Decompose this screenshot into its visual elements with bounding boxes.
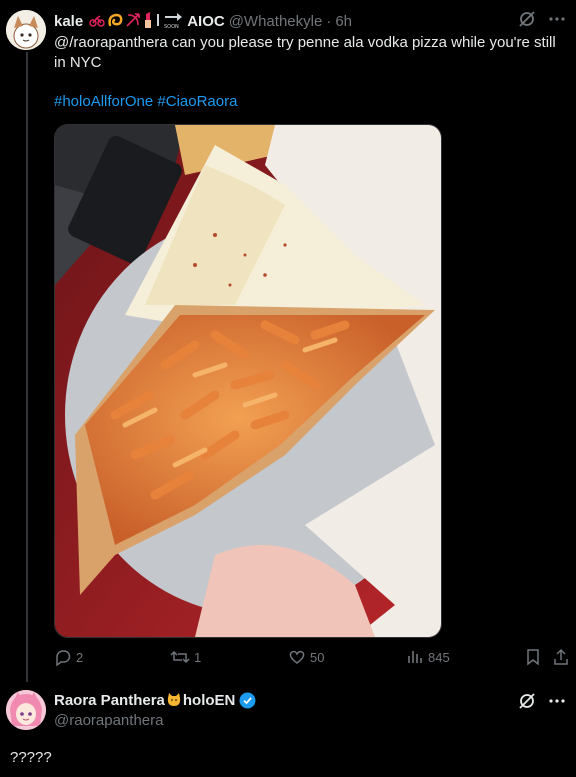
cat-icon [166, 692, 182, 708]
reply-text: ????? [10, 749, 52, 766]
verified-badge-icon [239, 692, 256, 709]
reply-icon [54, 648, 72, 666]
reply-author-name[interactable]: Raora Panthera [54, 692, 165, 709]
share-icon [552, 648, 570, 666]
retweet-icon [170, 648, 190, 666]
reply-header: Raora Panthera holoEN [54, 691, 256, 709]
bow-arrow-icon [125, 12, 141, 31]
author-org: AIOC [187, 12, 225, 30]
reply-author-suffix: holoEN [182, 691, 236, 709]
author-name[interactable]: kale [54, 13, 83, 30]
lipstick-icon [143, 11, 153, 31]
thread-line [26, 52, 28, 682]
share-button[interactable] [552, 648, 570, 666]
hashtag-link[interactable]: #holoAllforOne [54, 93, 153, 110]
retweet-count: 1 [194, 649, 202, 665]
tweet-action-bar: 2 1 50 845 [54, 648, 570, 668]
motorcycle-icon [89, 13, 105, 30]
reply-author-handle[interactable]: @raorapanthera [54, 712, 163, 729]
more-options-icon[interactable] [548, 692, 566, 715]
bookmark-button[interactable] [524, 648, 542, 666]
author-emojis: SOON [89, 11, 183, 32]
tweet-text: @/raorapanthera can you please try penne… [54, 34, 556, 71]
tweet-time[interactable]: 6h [335, 13, 352, 30]
reply-author-avatar[interactable] [6, 690, 46, 730]
tweet-top-actions [518, 10, 566, 33]
reply-count: 2 [76, 649, 84, 665]
grok-icon[interactable] [518, 692, 536, 715]
svg-text:SOON: SOON [164, 24, 179, 29]
author-avatar[interactable] [6, 10, 46, 50]
views-button[interactable]: 845 [406, 648, 450, 666]
author-handle[interactable]: @Whathekyle [229, 13, 323, 30]
reply-button[interactable]: 2 [54, 648, 83, 666]
grok-icon[interactable] [518, 10, 536, 33]
hashtag-link[interactable]: #CiaoRaora [157, 93, 237, 110]
tweet-hashtags: #holoAllforOne #CiaoRaora [54, 92, 237, 112]
tweet-media-image[interactable] [54, 124, 442, 638]
orange-swirl-icon [107, 12, 123, 31]
like-button[interactable]: 50 [288, 648, 324, 666]
views-bar-icon [406, 648, 424, 666]
bar-icon [155, 13, 161, 30]
heart-icon [288, 648, 306, 666]
like-count: 50 [310, 649, 325, 665]
soon-arrow-icon: SOON [163, 11, 183, 32]
retweet-button[interactable]: 1 [170, 648, 201, 666]
reply-top-actions [518, 692, 566, 715]
bookmark-icon [524, 648, 542, 666]
more-options-icon[interactable] [548, 10, 566, 33]
separator-dot: · [326, 12, 332, 30]
tweet-header: kale SOON AIOC @Whathekyle · 6h [54, 11, 352, 32]
views-count: 845 [428, 649, 450, 665]
